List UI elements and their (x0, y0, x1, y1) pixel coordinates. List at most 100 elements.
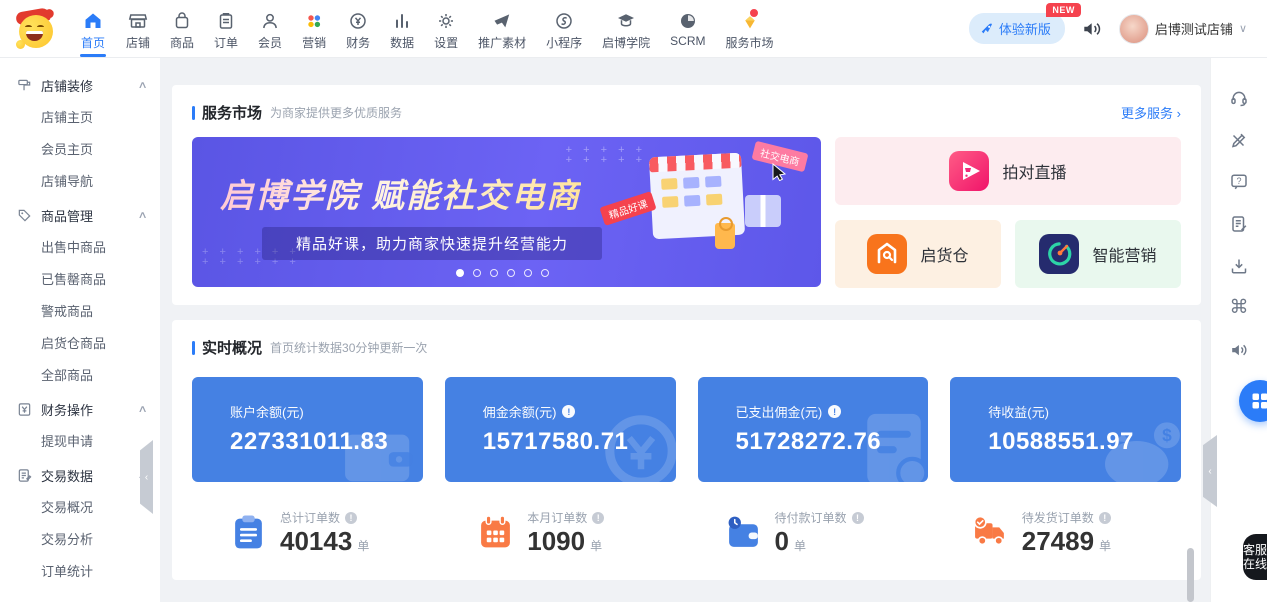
edit-tools-icon[interactable] (1229, 130, 1249, 150)
shop-account-menu[interactable]: 启博测试店铺 ∨ (1118, 13, 1247, 44)
nav-item-settings[interactable]: 设置 (424, 11, 468, 51)
service-card-smart-marketing[interactable]: 智能营销 (1015, 220, 1181, 288)
promo-icon (492, 11, 512, 32)
survey-icon[interactable] (1229, 214, 1249, 234)
receipt-icon (867, 413, 929, 482)
carousel-dot[interactable] (524, 269, 533, 277)
service-card-warehouse[interactable]: 启货仓 (835, 220, 1001, 288)
app-logo[interactable] (15, 6, 56, 51)
nav-item-order[interactable]: 订单 (204, 11, 248, 51)
marketing-icon (304, 11, 324, 32)
balance-card-paid-commission[interactable]: 已支出佣金(元) 51728272.76 (697, 377, 929, 482)
finance-op-icon (18, 402, 31, 416)
nav-item-home[interactable]: 首页 (70, 11, 116, 57)
svg-text:$: $ (1162, 425, 1172, 445)
live-icon (949, 151, 990, 191)
stat-month-orders[interactable]: 本月订单数 1090单 (439, 509, 686, 555)
nav-right-area: 体验新版 NEW 启博测试店铺 ∨ (968, 3, 1247, 44)
sidebar-group-goods-manage[interactable]: 商品管理 ∧ (0, 198, 160, 232)
sidebar-group-shop-decorate[interactable]: 店铺装修 ∧ (0, 68, 160, 102)
academy-icon (616, 11, 636, 32)
strip-collapse-handle[interactable]: ‹ (1203, 435, 1217, 507)
sidebar-item-warning-goods[interactable]: 警戒商品 (0, 296, 160, 328)
headset-icon[interactable] (1229, 88, 1249, 108)
order-icon (216, 11, 236, 32)
scrollbar-thumb[interactable] (1187, 548, 1194, 602)
main-content: 服务市场 为商家提供更多优质服务 更多服务 › + + + + + + + + +… (160, 58, 1210, 602)
balance-card-account[interactable]: 账户余额(元) 227331011.83 (192, 377, 423, 482)
customer-service-badge[interactable]: 客服在线 (1243, 534, 1267, 580)
sidebar-item-soldout-goods[interactable]: 已售罄商品 (0, 264, 160, 296)
carousel-dot[interactable] (507, 269, 516, 277)
data-icon (392, 11, 412, 32)
info-icon[interactable] (592, 511, 605, 524)
clipboard-icon (235, 515, 262, 549)
nav-item-promo[interactable]: 推广素材 (468, 11, 536, 51)
sidebar-collapse-handle[interactable]: ‹ (140, 440, 153, 514)
info-icon[interactable] (828, 405, 842, 418)
service-market-card: 服务市场 为商家提供更多优质服务 更多服务 › + + + + + + + + +… (172, 85, 1201, 305)
sidebar-item-trade-analysis[interactable]: 交易分析 (0, 524, 160, 556)
balance-cards-row: 账户余额(元) 227331011.83 佣金余额(元) 15717580.71… (192, 377, 1181, 482)
service-card-label: 智能营销 (1092, 248, 1157, 265)
quick-apps-button[interactable] (1239, 380, 1267, 422)
sidebar-group-trade-data[interactable]: 交易数据 ∧ (0, 458, 160, 492)
carousel-dot[interactable] (490, 269, 499, 277)
service-card-live[interactable]: 拍对直播 (835, 137, 1181, 205)
sidebar-item-shop-home[interactable]: 店铺主页 (0, 102, 160, 134)
svg-text:?: ? (1236, 176, 1241, 186)
stat-unshipped-orders[interactable]: 待发货订单数 27489单 (934, 509, 1181, 555)
command-icon[interactable]: ⌘ (1229, 298, 1249, 318)
sidebar-item-shop-nav[interactable]: 店铺导航 (0, 166, 160, 198)
sidebar-item-warehouse-goods[interactable]: 启货仓商品 (0, 328, 160, 360)
sidebar-item-withdraw-apply[interactable]: 提现申请 (0, 426, 160, 458)
nav-item-marketing[interactable]: 营销 (292, 11, 336, 51)
mouse-cursor (772, 163, 787, 181)
nav-item-finance[interactable]: 财务 (336, 11, 380, 51)
nav-item-service-market[interactable]: 服务市场 (716, 7, 784, 51)
horn-icon[interactable] (1229, 340, 1249, 360)
info-icon[interactable] (562, 405, 576, 418)
academy-banner[interactable]: + + + + + + + + + + + + + + + + + + + + + … (192, 137, 821, 287)
stat-unpaid-orders[interactable]: 待付款订单数 0单 (687, 509, 934, 555)
question-icon[interactable]: ? (1229, 172, 1249, 192)
warehouse-icon (867, 234, 908, 274)
nav-item-miniprogram[interactable]: 小程序 (536, 11, 592, 51)
nav-item-member[interactable]: 会员 (248, 11, 292, 51)
sidebar-item-order-stats[interactable]: 订单统计 (0, 556, 160, 588)
more-services-link[interactable]: 更多服务 › (1121, 103, 1181, 122)
settings-icon (436, 11, 456, 32)
sidebar-item-trade-overview[interactable]: 交易概况 (0, 492, 160, 524)
smart-marketing-icon (1039, 234, 1080, 274)
carousel-dot[interactable] (541, 269, 550, 277)
sidebar-item-member-home[interactable]: 会员主页 (0, 134, 160, 166)
info-icon[interactable] (345, 511, 358, 524)
realtime-overview-card: 实时概况 首页统计数据30分钟更新一次 账户余额(元) 227331011.83… (172, 320, 1201, 580)
rocket-icon (981, 23, 992, 33)
primary-nav: 首页 店铺 商品 订单 会员 营销 财务 数据 设置 推广素材 小程序 启博学院… (70, 0, 784, 58)
sidebar-item-onsale-goods[interactable]: 出售中商品 (0, 232, 160, 264)
miniprogram-icon (554, 11, 574, 32)
new-badge: NEW (1046, 3, 1081, 17)
balance-card-commission[interactable]: 佣金余额(元) 15717580.71 (444, 377, 676, 482)
service-card-label: 拍对直播 (1002, 165, 1067, 182)
info-icon[interactable] (1098, 511, 1111, 524)
sidebar-item-all-goods[interactable]: 全部商品 (0, 360, 160, 392)
goods-icon (172, 11, 192, 32)
scrm-icon (678, 11, 698, 32)
try-new-version-button[interactable]: 体验新版 NEW (968, 3, 1081, 44)
banner-title: 启博学院 赋能社交电商 (220, 169, 581, 217)
nav-item-academy[interactable]: 启博学院 (592, 11, 660, 51)
nav-item-scrm[interactable]: SCRM (660, 11, 715, 48)
carousel-dot[interactable] (473, 269, 482, 277)
announcement-speaker-icon[interactable] (1081, 18, 1103, 40)
nav-item-data[interactable]: 数据 (380, 11, 424, 51)
nav-item-goods[interactable]: 商品 (160, 11, 204, 51)
info-icon[interactable] (851, 511, 864, 524)
nav-item-store[interactable]: 店铺 (116, 11, 160, 51)
stat-total-orders[interactable]: 总计订单数 40143单 (192, 509, 439, 555)
balance-card-pending-income[interactable]: 待收益(元) 10588551.97 $ (950, 377, 1181, 482)
sidebar-group-finance-ops[interactable]: 财务操作 ∧ (0, 392, 160, 426)
carousel-dot[interactable] (456, 269, 465, 277)
download-icon[interactable] (1229, 256, 1249, 276)
